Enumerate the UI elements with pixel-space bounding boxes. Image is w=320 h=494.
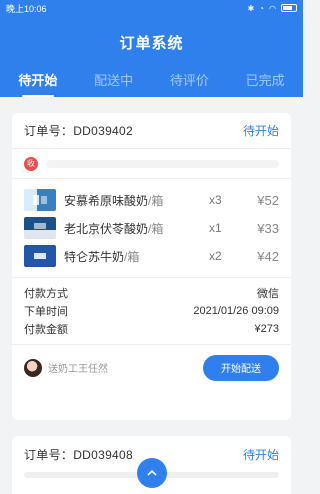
list-item: 老北京伏苓酸奶/箱 x1 ¥33 (24, 215, 279, 241)
order-status: 待开始 (242, 447, 279, 462)
product-image (24, 189, 56, 211)
product-image (24, 245, 56, 267)
tab-delivering[interactable]: 配送中 (76, 70, 152, 97)
tab-pending[interactable]: 待开始 (0, 70, 76, 97)
item-price: ¥52 (257, 192, 279, 208)
list-item: 安慕希原味酸奶/箱 x3 ¥52 (24, 187, 279, 213)
avatar (24, 358, 42, 377)
item-price: ¥42 (257, 248, 279, 264)
order-tabs: 待开始 配送中 待评价 已完成 (0, 70, 303, 97)
item-name: 安慕希原味酸奶/箱 (64, 193, 164, 208)
status-bar: 晚上10:06 ✱ ◔ ◠ (0, 0, 303, 16)
item-quantity: x3 (209, 193, 222, 207)
order-card-footer: 送奶工王任然 开始配送 (12, 345, 291, 390)
order-number: 订单号：DD039402 (24, 124, 133, 138)
item-quantity: x1 (209, 221, 222, 235)
battery-icon (281, 4, 297, 12)
receiver-badge: 收 (24, 156, 38, 171)
item-price: ¥33 (257, 220, 279, 236)
payment-amount-row: 付款金额 ¥273 (24, 323, 279, 336)
start-delivery-button[interactable]: 开始配送 (203, 354, 279, 381)
payment-info: 付款方式 微信 下单时间 2021/01/26 09:09 付款金额 ¥273 (12, 278, 291, 345)
scroll-up-button[interactable] (137, 458, 167, 488)
order-number: 订单号：DD039408 (24, 447, 133, 462)
order-card[interactable]: 订单号：DD039402 待开始 收 安慕希原味酸奶/箱 x3 ¥52 老北京伏… (12, 113, 291, 420)
chevron-up-icon (147, 469, 157, 476)
order-card-header: 订单号：DD039402 待开始 (12, 113, 291, 149)
list-item: 特仑苏牛奶/箱 x2 ¥42 (24, 243, 279, 269)
delivery-address: 收 (12, 149, 291, 179)
tab-to-review[interactable]: 待评价 (152, 70, 228, 97)
tab-completed[interactable]: 已完成 (227, 70, 303, 97)
status-time: 晚上10:06 (6, 3, 47, 14)
order-time-row: 下单时间 2021/01/26 09:09 (24, 305, 279, 318)
item-name: 老北京伏苓酸奶/箱 (64, 221, 164, 236)
wifi-icon: ◠ (269, 3, 276, 13)
product-image (24, 217, 56, 239)
app-header: 晚上10:06 ✱ ◔ ◠ 订单系统 待开始 配送中 待评价 已完成 (0, 0, 303, 97)
payment-method-row: 付款方式 微信 (24, 288, 279, 300)
alarm-icon: ◔ (259, 3, 265, 13)
item-name: 特仑苏牛奶/箱 (64, 249, 140, 264)
page-title: 订单系统 (119, 35, 184, 52)
order-items: 安慕希原味酸奶/箱 x3 ¥52 老北京伏苓酸奶/箱 x1 ¥33 特仑苏牛奶/… (12, 179, 291, 278)
courier-name: 送奶工王任然 (48, 364, 108, 375)
order-status: 待开始 (242, 124, 279, 138)
address-blurred (46, 159, 279, 168)
item-quantity: x2 (209, 249, 222, 263)
bluetooth-icon: ✱ (247, 3, 255, 13)
